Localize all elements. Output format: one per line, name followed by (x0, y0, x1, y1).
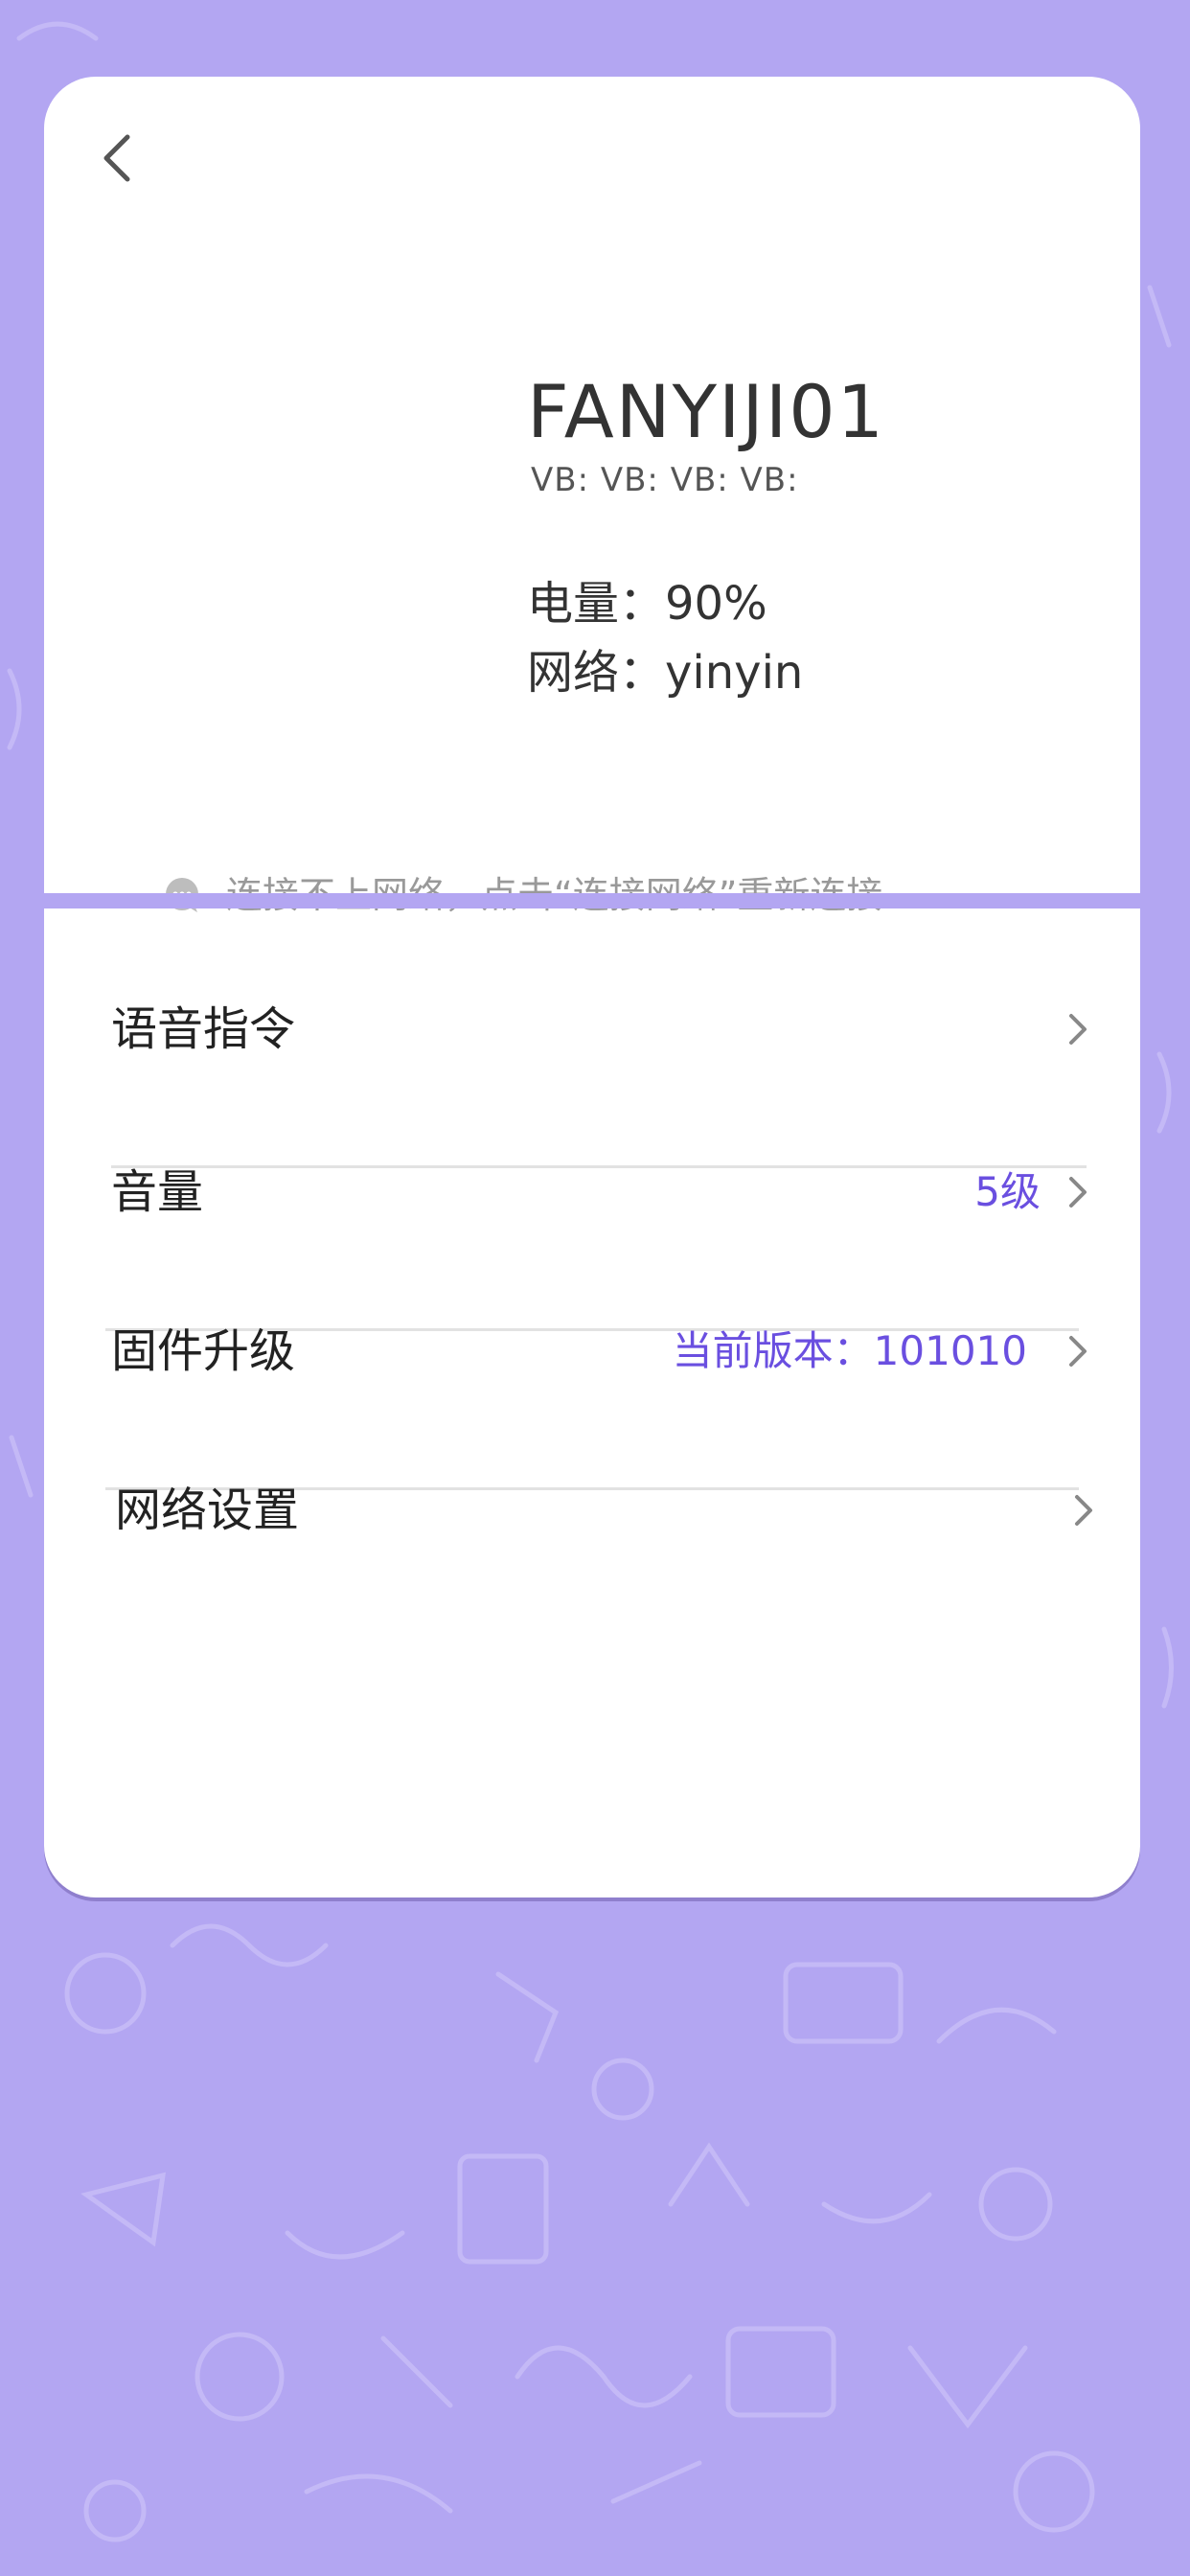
settings-row-firmware-upgrade[interactable]: 固件升级 当前版本：101010 (44, 1294, 1140, 1409)
settings-row-label: 语音指令 (111, 1002, 296, 1056)
chevron-right-icon (1075, 1495, 1092, 1526)
settings-row-label: 音量 (111, 1165, 204, 1219)
volume-level-value: 5级 (974, 1168, 1041, 1215)
device-name: FANYIJI01 (527, 369, 885, 454)
battery-status: 电量：90% (527, 577, 767, 631)
chevron-right-icon (1069, 1014, 1087, 1045)
network-status: 网络：yinyin (527, 646, 804, 700)
chevron-right-icon (1069, 1336, 1087, 1367)
settings-row-voice-command[interactable]: 语音指令 (44, 972, 1140, 1087)
device-version-line: VB: VB: VB: VB: (531, 461, 799, 499)
section-divider (44, 893, 1140, 908)
chevron-left-icon (103, 134, 130, 182)
back-button[interactable] (73, 115, 159, 201)
settings-row-volume[interactable]: 音量 5级 (44, 1135, 1140, 1250)
firmware-version-value: 当前版本：101010 (672, 1327, 1027, 1374)
chevron-right-icon (1069, 1177, 1087, 1208)
settings-row-label: 固件升级 (111, 1324, 296, 1378)
device-card: FANYIJI01 VB: VB: VB: VB: 电量：90% 网络：yiny… (44, 77, 1140, 1898)
settings-row-network-settings[interactable]: 网络设置 (44, 1453, 1140, 1568)
settings-row-label: 网络设置 (115, 1484, 300, 1537)
